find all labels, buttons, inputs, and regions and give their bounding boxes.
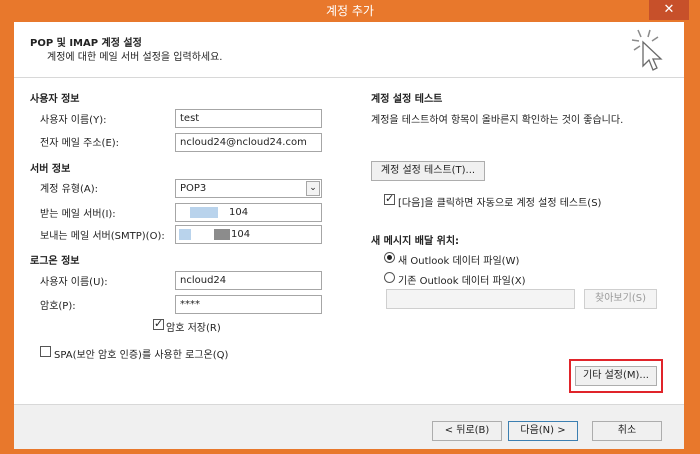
incoming-server-value: 104 [229, 207, 249, 218]
cursor-sparkle-icon [631, 29, 663, 71]
redacted-ip-mask [179, 229, 191, 240]
email-input[interactable]: ncloud24@ncloud24.com [175, 133, 322, 152]
login-user-input[interactable]: ncloud24 [175, 271, 322, 290]
outgoing-server-value: 104 [231, 229, 251, 240]
window-frame-right [684, 22, 700, 454]
close-button[interactable]: ✕ [649, 0, 689, 20]
spa-label: SPA(보안 암호 인증)를 사용한 로그온(Q) [54, 350, 229, 361]
password-input[interactable]: **** [175, 295, 322, 314]
test-account-settings-button[interactable]: 계정 설정 테스트(T)... [371, 161, 485, 181]
remember-password-checkbox[interactable] [153, 317, 164, 330]
cancel-button[interactable]: 취소 [592, 421, 662, 441]
incoming-server-input[interactable]: 104 [175, 203, 322, 222]
account-type-select[interactable]: POP3 ⌄ [175, 179, 322, 198]
browse-button[interactable]: 찾아보기(S) [584, 289, 657, 309]
window-frame-left [0, 22, 14, 454]
outgoing-server-label: 보내는 메일 서버(SMTP)(O): [40, 231, 165, 242]
spa-checkbox[interactable] [40, 346, 51, 357]
existing-data-file-label: 기존 Outlook 데이터 파일(X) [398, 276, 526, 287]
section-test-settings: 계정 설정 테스트 [371, 94, 443, 105]
auto-test-label: [다음]을 클릭하면 자동으로 계정 설정 테스트(S) [398, 198, 602, 209]
account-type-value: POP3 [180, 183, 207, 194]
outgoing-server-input[interactable]: 104 [175, 225, 322, 244]
section-server-info: 서버 정보 [30, 164, 71, 175]
account-type-label: 계정 유형(A): [40, 184, 98, 195]
chevron-down-icon[interactable]: ⌄ [306, 181, 320, 196]
auto-test-checkbox[interactable] [384, 192, 395, 205]
test-description: 계정을 테스트하여 항목이 올바른지 확인하는 것이 좋습니다. [371, 115, 624, 126]
existing-file-path-input[interactable] [386, 289, 575, 309]
email-label: 전자 메일 주소(E): [40, 138, 120, 149]
section-login-info: 로그온 정보 [30, 256, 80, 267]
new-data-file-radio[interactable] [384, 252, 395, 263]
more-settings-button[interactable]: 기타 설정(M)... [575, 366, 657, 386]
incoming-server-label: 받는 메일 서버(I): [40, 209, 116, 220]
redacted-ip-mask [214, 229, 230, 240]
dialog-footer [14, 404, 684, 449]
window-title: 계정 추가 [326, 4, 374, 18]
new-data-file-label: 새 Outlook 데이터 파일(W) [398, 256, 520, 267]
user-name-input[interactable]: test [175, 109, 322, 128]
remember-password-label: 암호 저장(R) [166, 323, 221, 334]
section-delivery-location: 새 메시지 배달 위치: [371, 236, 460, 247]
existing-data-file-radio[interactable] [384, 272, 395, 283]
header-subtitle: 계정에 대한 메일 서버 설정을 입력하세요. [47, 52, 223, 63]
login-user-label: 사용자 이름(U): [40, 277, 108, 288]
redacted-ip-mask [190, 207, 218, 218]
window-frame-bottom [0, 449, 700, 454]
user-name-label: 사용자 이름(Y): [40, 115, 107, 126]
section-user-info: 사용자 정보 [30, 94, 80, 105]
back-button[interactable]: < 뒤로(B) [432, 421, 502, 441]
next-button[interactable]: 다음(N) > [508, 421, 578, 441]
header-title: POP 및 IMAP 계정 설정 [30, 38, 142, 49]
password-label: 암호(P): [40, 301, 76, 312]
